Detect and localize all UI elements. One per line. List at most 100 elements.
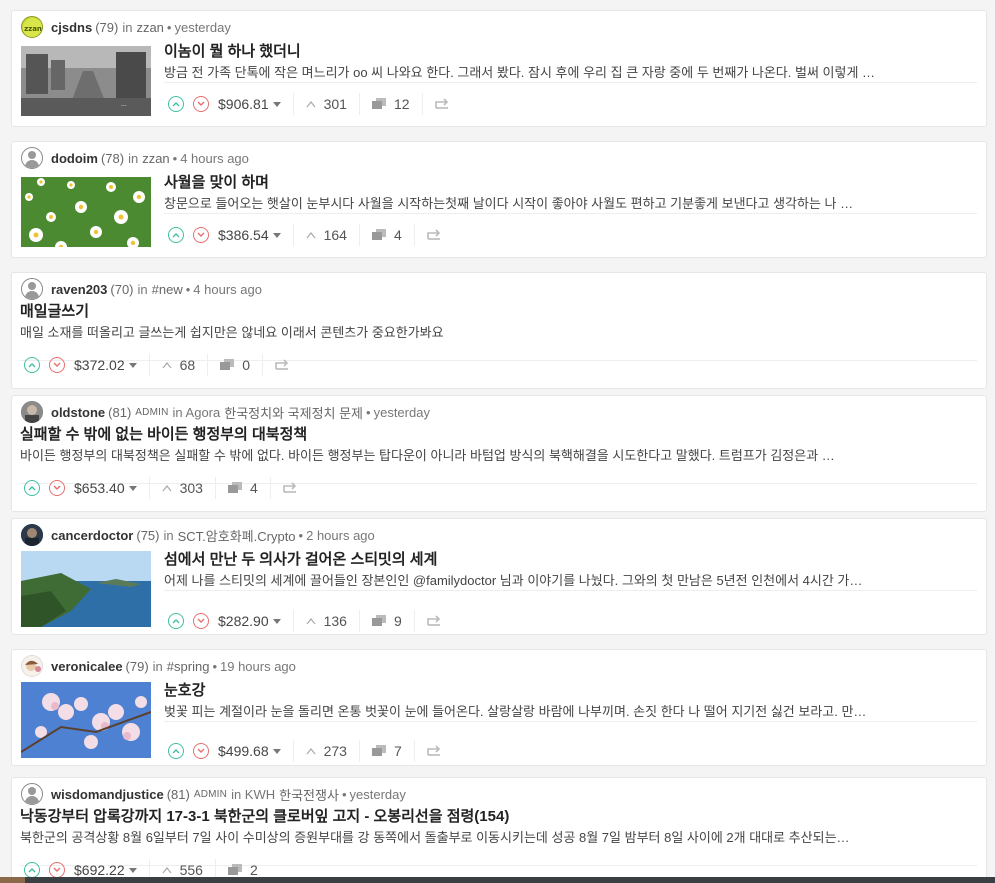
in-label[interactable]: in Agora [173, 405, 221, 420]
post-time[interactable]: yesterday [350, 787, 406, 802]
post-time[interactable]: 2 hours ago [306, 528, 375, 543]
payout-value: $372.02 [74, 357, 125, 373]
post-category[interactable]: zzan [142, 151, 169, 166]
in-label: in [122, 19, 133, 35]
post-title[interactable]: 매일글쓰기 [20, 301, 977, 323]
author-name[interactable]: cancerdoctor [51, 528, 133, 543]
post-time[interactable]: 4 hours ago [180, 151, 249, 166]
post-thumbnail[interactable] [21, 177, 151, 247]
post-category[interactable]: 한국전쟁사 [279, 785, 339, 804]
post-time[interactable]: 4 hours ago [193, 282, 262, 297]
reblog-icon[interactable] [275, 357, 289, 373]
post-category[interactable]: 한국정치와 국제정치 문제 [224, 403, 363, 422]
comment-count[interactable]: 9 [371, 613, 402, 629]
vote-count-value: 301 [323, 96, 347, 112]
in-label: in [152, 658, 163, 674]
avatar[interactable] [21, 401, 43, 423]
vote-count[interactable]: 136 [306, 613, 347, 629]
comment-count[interactable]: 12 [371, 96, 410, 112]
vote-count[interactable]: 301 [306, 96, 347, 112]
upvote-button[interactable] [24, 480, 40, 496]
downvote-button[interactable] [193, 743, 209, 759]
post-category[interactable]: #new [152, 282, 183, 297]
in-label[interactable]: in KWH [231, 787, 275, 802]
svg-text:zzan: zzan [24, 25, 42, 33]
post-time[interactable]: yesterday [374, 405, 430, 420]
comment-count[interactable]: 2 [227, 862, 258, 878]
upvote-button[interactable] [168, 96, 184, 112]
post-title[interactable]: 낙동강부터 압록강까지 17-3-1 북한군의 클로버잎 고지 - 오봉리선을 … [20, 806, 977, 828]
downvote-button[interactable] [49, 862, 65, 878]
comment-count-value: 2 [249, 862, 258, 878]
post-title[interactable]: 섬에서 만난 두 의사가 걸어온 스티밋의 세계 [164, 549, 977, 571]
caret-up-icon [306, 747, 316, 754]
post-title[interactable]: 이놈이 뭘 하나 했더니 [164, 41, 977, 63]
vote-count[interactable]: 303 [162, 480, 203, 496]
downvote-button[interactable] [193, 613, 209, 629]
reblog-icon[interactable] [426, 743, 441, 759]
reblog-icon[interactable] [426, 227, 441, 243]
avatar[interactable] [21, 524, 43, 546]
upvote-button[interactable] [168, 227, 184, 243]
post-snippet[interactable]: 창문으로 들어오는 햇살이 눈부시다 사월을 시작하는첫째 날이다 시작이 좋아… [164, 194, 977, 214]
avatar[interactable] [21, 783, 43, 805]
downvote-button[interactable] [49, 480, 65, 496]
comments-icon [371, 229, 386, 241]
payout-dropdown[interactable]: $386.54 [218, 227, 281, 243]
upvote-button[interactable] [24, 357, 40, 373]
payout-dropdown[interactable]: $692.22 [74, 862, 137, 878]
post-category[interactable]: #spring [167, 659, 210, 674]
payout-value: $386.54 [218, 227, 269, 243]
author-name[interactable]: cjsdns [51, 20, 92, 35]
reblog-icon[interactable] [282, 480, 297, 496]
reblog-icon[interactable] [426, 613, 441, 629]
downvote-button[interactable] [49, 357, 65, 373]
post-header: wisdomandjustice (81) ADMIN in KWH 한국전쟁사… [21, 783, 406, 805]
payout-dropdown[interactable]: $282.90 [218, 613, 281, 629]
post-snippet[interactable]: 벚꽃 피는 계절이라 눈을 돌리면 온통 벗꽃이 눈에 들어온다. 살랑살랑 바… [164, 702, 977, 722]
post-thumbnail[interactable]: ··· [21, 46, 151, 116]
comment-count-value: 7 [393, 743, 402, 759]
author-name[interactable]: wisdomandjustice [51, 787, 164, 802]
post-snippet[interactable]: 방금 전 가족 단톡에 작은 며느리가 oo 씨 나와요 한다. 그래서 봤다.… [164, 63, 977, 83]
upvote-button[interactable] [24, 862, 40, 878]
post-title[interactable]: 실패할 수 밖에 없는 바이든 행정부의 대북정책 [20, 424, 977, 446]
post-snippet[interactable]: 어제 나를 스티밋의 세계에 끌어들인 장본인인 @familydoctor 님… [164, 571, 977, 591]
vote-count[interactable]: 273 [306, 743, 347, 759]
comment-count[interactable]: 4 [371, 227, 402, 243]
author-name[interactable]: veronicalee [51, 659, 123, 674]
author-name[interactable]: dodoim [51, 151, 98, 166]
post-title[interactable]: 눈호강 [164, 680, 977, 702]
downvote-button[interactable] [193, 96, 209, 112]
payout-dropdown[interactable]: $653.40 [74, 480, 137, 496]
vote-count[interactable]: 68 [162, 357, 195, 373]
post-time[interactable]: 19 hours ago [220, 659, 296, 674]
avatar[interactable] [21, 278, 43, 300]
comment-count[interactable]: 0 [220, 357, 250, 373]
avatar[interactable]: zzan [21, 16, 43, 38]
vote-count-value: 303 [179, 480, 203, 496]
post-title[interactable]: 사월을 맞이 하며 [164, 172, 977, 194]
avatar[interactable] [21, 655, 43, 677]
post-thumbnail[interactable] [21, 682, 151, 758]
author-reputation: (79) [125, 658, 149, 674]
upvote-button[interactable] [168, 613, 184, 629]
comment-count-value: 4 [249, 480, 258, 496]
post-category[interactable]: zzan [136, 20, 163, 35]
vote-count[interactable]: 556 [162, 862, 203, 878]
comment-count[interactable]: 7 [371, 743, 402, 759]
post-thumbnail[interactable] [21, 551, 151, 627]
vote-count[interactable]: 164 [306, 227, 347, 243]
payout-dropdown[interactable]: $372.02 [74, 357, 137, 373]
downvote-button[interactable] [193, 227, 209, 243]
reblog-icon[interactable] [434, 96, 449, 112]
post-time[interactable]: yesterday [174, 20, 230, 35]
author-name[interactable]: oldstone [51, 405, 105, 420]
comment-count[interactable]: 4 [227, 480, 258, 496]
payout-dropdown[interactable]: $906.81 [218, 96, 281, 112]
avatar[interactable] [21, 147, 43, 169]
payout-dropdown[interactable]: $499.68 [218, 743, 281, 759]
upvote-button[interactable] [168, 743, 184, 759]
post-category[interactable]: SCT.암호화폐.Crypto [178, 526, 296, 545]
author-name[interactable]: raven203 [51, 282, 107, 297]
